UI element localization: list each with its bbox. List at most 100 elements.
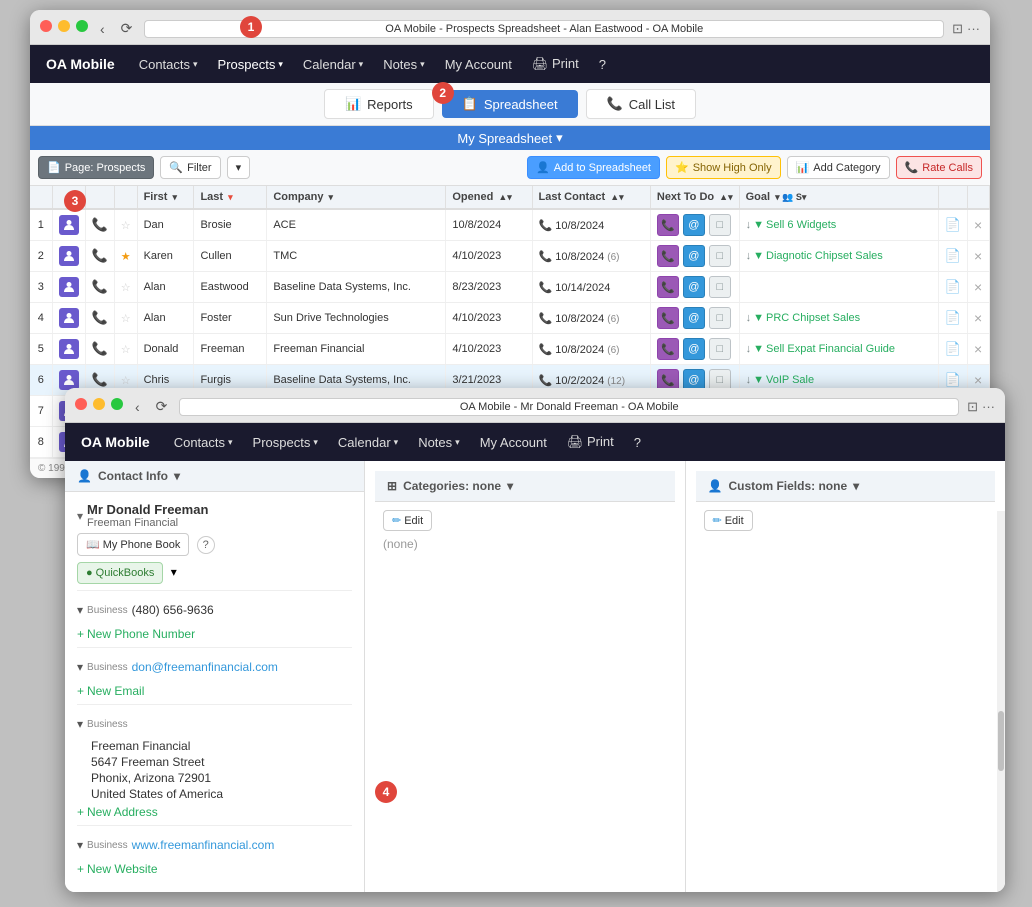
row-star[interactable]: ☆: [114, 209, 137, 241]
row-phone-icon[interactable]: 📞: [85, 209, 114, 241]
col-next-todo[interactable]: Next To Do ▲▾: [650, 186, 739, 209]
row-phone-icon[interactable]: 📞: [85, 334, 114, 365]
row-doc[interactable]: 📄: [938, 209, 967, 241]
nav-print-2[interactable]: 🖨 Print: [559, 430, 622, 454]
rate-calls-btn[interactable]: 📞 Rate Calls: [896, 156, 982, 179]
row-doc[interactable]: 📄: [938, 303, 967, 334]
nav-calendar[interactable]: Calendar ▾: [295, 53, 371, 76]
minimize-button-2[interactable]: [93, 398, 105, 410]
row-delete[interactable]: ×: [968, 241, 990, 272]
page-prospects-btn[interactable]: 📄 Page: Prospects: [38, 156, 154, 179]
contact-dropdown-icon[interactable]: ▾: [77, 509, 83, 523]
add-category-btn[interactable]: 📊 Add Category: [787, 156, 890, 179]
maximize-button[interactable]: [76, 20, 88, 32]
reload-button-2[interactable]: ⟳: [152, 396, 172, 417]
nav-contacts-2[interactable]: Contacts ▾: [166, 431, 241, 454]
contact-info-header[interactable]: 👤 Contact Info ▾: [65, 461, 364, 492]
col-last[interactable]: Last ▾: [194, 186, 267, 209]
categories-edit-btn[interactable]: ✏ Edit: [383, 510, 432, 531]
custom-fields-header[interactable]: 👤 Custom Fields: none ▾: [696, 471, 996, 502]
row-delete[interactable]: ×: [968, 209, 990, 241]
row-star[interactable]: ☆: [114, 334, 137, 365]
categories-header[interactable]: ⊞ Categories: none ▾: [375, 471, 675, 502]
row-star[interactable]: ☆: [114, 303, 137, 334]
note-icon[interactable]: □: [709, 338, 731, 360]
add-website-link[interactable]: + New Website: [77, 862, 352, 876]
scrollbar-thumb[interactable]: [998, 711, 1004, 771]
email-address[interactable]: don@freemanfinancial.com: [132, 660, 278, 674]
add-email-link[interactable]: + New Email: [77, 684, 352, 698]
close-button-2[interactable]: [75, 398, 87, 410]
spreadsheet-tab[interactable]: 📋 Spreadsheet: [442, 90, 578, 118]
nav-prospects-2[interactable]: Prospects ▾: [245, 431, 326, 454]
phone-section-header[interactable]: ▾ Business (480) 656-9636: [77, 597, 352, 623]
col-company[interactable]: Company ▾: [267, 186, 446, 209]
call-icon[interactable]: 📞: [657, 214, 679, 236]
row-phone-icon[interactable]: 📞: [85, 303, 114, 334]
show-high-only-btn[interactable]: ⭐ Show High Only: [666, 156, 781, 179]
row-delete[interactable]: ×: [968, 303, 990, 334]
scrollbar[interactable]: [997, 511, 1005, 892]
nav-help[interactable]: ?: [591, 53, 614, 76]
nav-notes-2[interactable]: Notes ▾: [410, 431, 468, 454]
website-url[interactable]: www.freemanfinancial.com: [132, 838, 275, 852]
row-star[interactable]: ☆: [114, 272, 137, 303]
add-phone-link[interactable]: + New Phone Number: [77, 627, 352, 641]
filter-btn[interactable]: 🔍 Filter: [160, 156, 220, 179]
row-avatar[interactable]: [52, 209, 85, 241]
nav-account-2[interactable]: My Account: [472, 431, 555, 454]
email-section-header[interactable]: ▾ Business don@freemanfinancial.com: [77, 654, 352, 680]
help-icon[interactable]: ?: [197, 536, 215, 554]
row-phone-icon[interactable]: 📞: [85, 241, 114, 272]
filter-caret-btn[interactable]: ▾: [227, 156, 251, 179]
call-icon[interactable]: 📞: [657, 307, 679, 329]
nav-contacts[interactable]: Contacts ▾: [131, 53, 206, 76]
forward-button[interactable]: ⟳: [117, 18, 137, 39]
url-bar-2[interactable]: OA Mobile - Mr Donald Freeman - OA Mobil…: [179, 398, 959, 416]
note-icon[interactable]: □: [709, 214, 731, 236]
nav-help-2[interactable]: ?: [626, 431, 649, 454]
quickbooks-btn[interactable]: ● QuickBooks: [77, 562, 163, 584]
quickbooks-caret[interactable]: ▾: [171, 565, 177, 579]
row-phone-icon[interactable]: 📞: [85, 272, 114, 303]
email-icon[interactable]: @: [683, 214, 705, 236]
nav-account[interactable]: My Account: [437, 53, 520, 76]
website-section-header[interactable]: ▾ Business www.freemanfinancial.com: [77, 832, 352, 858]
phone-book-btn[interactable]: 📖 My Phone Book: [77, 533, 189, 556]
row-delete[interactable]: ×: [968, 334, 990, 365]
calllist-tab[interactable]: 📞 Call List: [586, 89, 696, 119]
col-last-contact[interactable]: Last Contact ▲▾: [532, 186, 650, 209]
nav-notes[interactable]: Notes ▾: [375, 53, 433, 76]
row-avatar[interactable]: [52, 303, 85, 334]
call-icon[interactable]: 📞: [657, 245, 679, 267]
row-avatar[interactable]: [52, 334, 85, 365]
nav-prospects[interactable]: Prospects ▾: [210, 53, 291, 76]
call-icon[interactable]: 📞: [657, 276, 679, 298]
nav-calendar-2[interactable]: Calendar ▾: [330, 431, 406, 454]
back-button[interactable]: ‹: [96, 19, 109, 39]
note-icon[interactable]: □: [709, 276, 731, 298]
call-icon[interactable]: 📞: [657, 338, 679, 360]
email-icon[interactable]: @: [683, 245, 705, 267]
col-opened[interactable]: Opened ▲▾: [446, 186, 532, 209]
close-button[interactable]: [40, 20, 52, 32]
email-icon[interactable]: @: [683, 338, 705, 360]
maximize-button-2[interactable]: [111, 398, 123, 410]
address-section-header[interactable]: ▾ Business: [77, 711, 352, 737]
url-bar-1[interactable]: OA Mobile - Prospects Spreadsheet - Alan…: [144, 20, 944, 38]
row-avatar[interactable]: [52, 241, 85, 272]
back-button-2[interactable]: ‹: [131, 397, 144, 417]
custom-edit-btn[interactable]: ✏ Edit: [704, 510, 753, 531]
row-doc[interactable]: 📄: [938, 272, 967, 303]
note-icon[interactable]: □: [709, 245, 731, 267]
col-goal[interactable]: Goal ▾ 👥 S▾: [739, 186, 938, 209]
row-doc[interactable]: 📄: [938, 241, 967, 272]
email-icon[interactable]: @: [683, 307, 705, 329]
note-icon[interactable]: □: [709, 307, 731, 329]
nav-print[interactable]: 🖨 Print: [524, 52, 587, 76]
row-doc[interactable]: 📄: [938, 334, 967, 365]
add-to-spreadsheet-btn[interactable]: 👤 Add to Spreadsheet: [527, 156, 660, 179]
row-delete[interactable]: ×: [968, 272, 990, 303]
toolbar-title[interactable]: My Spreadsheet ▾: [457, 130, 562, 146]
row-avatar[interactable]: [52, 272, 85, 303]
